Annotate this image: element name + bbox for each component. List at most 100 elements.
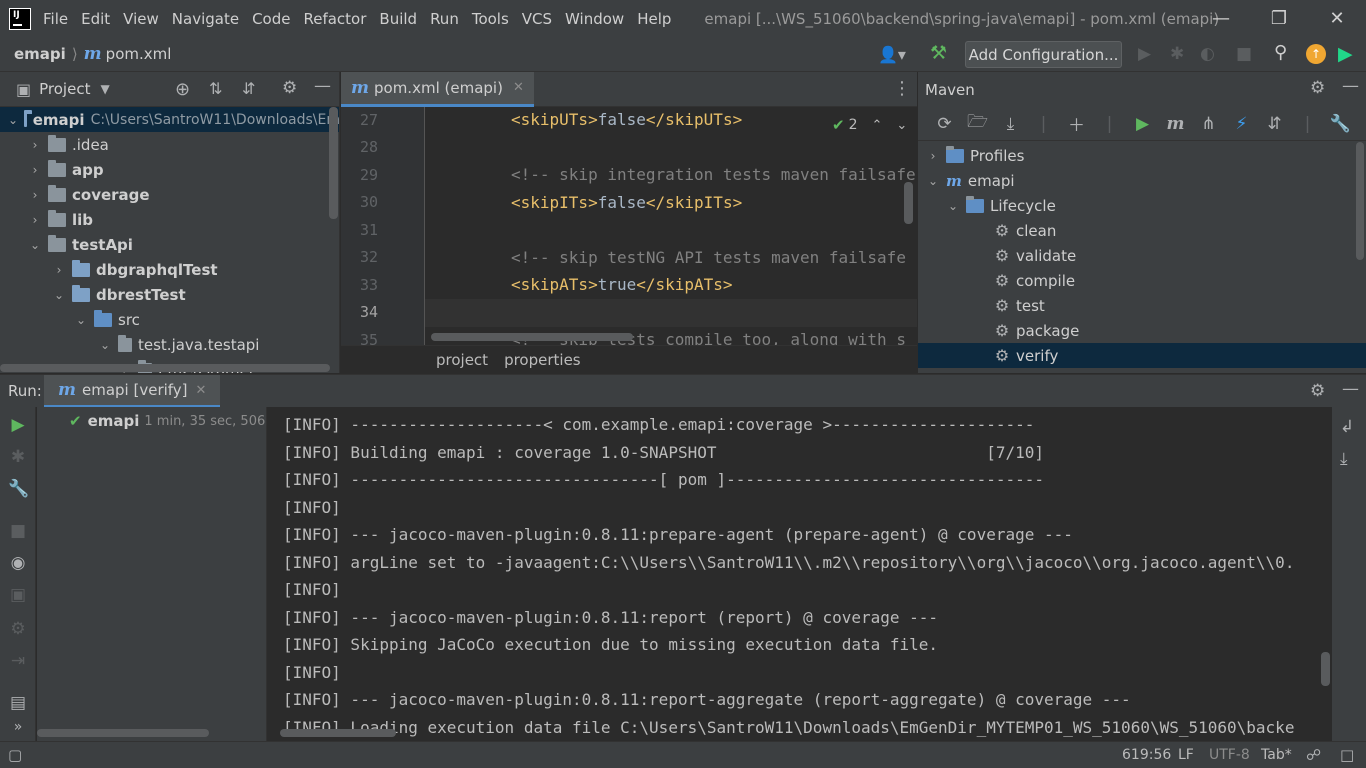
build-hammer-icon[interactable]: ⚒ <box>930 42 947 64</box>
add-icon[interactable]: ＋ <box>1060 111 1093 136</box>
maven-profiles[interactable]: › Profiles <box>926 143 1024 168</box>
user-icon[interactable]: 👤▾ <box>878 45 906 64</box>
editor-vertical-scrollbar[interactable] <box>904 182 913 224</box>
add-configuration-button[interactable]: Add Configuration... <box>965 41 1122 68</box>
chevron-down-icon[interactable]: ⌄ <box>896 118 907 133</box>
chevron-right-icon[interactable]: › <box>52 263 66 277</box>
skip-tests-icon[interactable]: ⚡ <box>1225 114 1258 134</box>
chevron-right-icon[interactable]: › <box>28 138 42 152</box>
run-icon[interactable]: ▶ <box>1138 44 1151 64</box>
tree-item-src[interactable]: ⌄ src <box>74 307 140 332</box>
code-line-32[interactable]: <!-- skip testNG API tests maven failsaf… <box>511 248 906 267</box>
camera-icon[interactable]: ▣ <box>8 585 28 605</box>
debug-icon[interactable]: ✱ <box>1170 44 1184 64</box>
tree-item-emapi[interactable]: ⌄ emapi C:\Users\SantroW11\Downloads\Em <box>0 107 339 132</box>
breadcrumb-properties-element[interactable]: properties <box>504 351 581 369</box>
layout-icon[interactable]: ▤ <box>8 693 28 713</box>
maven-scrollbar[interactable] <box>1356 142 1364 260</box>
tree-item-lib[interactable]: › lib <box>28 207 93 232</box>
project-title[interactable]: Project <box>39 80 90 98</box>
settings-gear-icon[interactable]: ⚙ <box>8 619 28 639</box>
horizontal-scrollbar[interactable] <box>0 364 330 372</box>
maven-project-emapi[interactable]: ⌄ m emapi <box>926 168 1015 193</box>
menu-tools[interactable]: Tools <box>472 10 509 28</box>
exit-icon[interactable]: ⇥ <box>8 651 28 671</box>
collapse-all-icon[interactable]: ⇵ <box>242 79 255 98</box>
tree-item-dbresttest[interactable]: ⌄ dbrestTest <box>52 282 186 307</box>
menu-file[interactable]: File <box>43 10 68 28</box>
maven-phase-package[interactable]: ⚙ package <box>994 318 1080 343</box>
download-icon[interactable]: ⤓ <box>994 114 1027 134</box>
indent-setting[interactable]: Tab* <box>1261 747 1292 763</box>
menu-build[interactable]: Build <box>379 10 417 28</box>
reload-icon[interactable]: ⟳ <box>928 114 961 134</box>
expand-all-icon[interactable]: ⇅ <box>209 79 222 98</box>
code-line-30[interactable]: <skipITs>false</skipITs> <box>511 193 742 212</box>
collapse-all-icon[interactable]: ⇵ <box>1258 114 1291 134</box>
code-line-29[interactable]: <!-- skip integration tests maven failsa… <box>511 165 916 184</box>
coverage-icon[interactable]: ◐ <box>1200 44 1215 64</box>
execute-goal-icon[interactable]: m <box>1159 114 1192 134</box>
close-tab-icon[interactable]: ✕ <box>513 80 524 95</box>
menu-window[interactable]: Window <box>565 10 624 28</box>
tree-item-test-java-testapi[interactable]: ⌄ test.java.testapi <box>98 332 259 357</box>
rerun-icon[interactable]: ▶ <box>8 415 28 435</box>
settings-gear-icon[interactable]: ⚙ <box>1310 78 1325 98</box>
breadcrumb-project-element[interactable]: project <box>436 351 488 369</box>
run-tab-emapi-verify[interactable]: m emapi [verify] ✕ <box>44 375 221 408</box>
run-icon[interactable]: ▶ <box>1126 114 1159 134</box>
notifications-icon[interactable]: □ <box>1340 746 1354 764</box>
breadcrumb-file[interactable]: pom.xml <box>106 45 172 63</box>
wrench-icon[interactable]: 🔧 <box>8 479 29 499</box>
stop-icon[interactable]: ■ <box>1236 44 1252 64</box>
tool-windows-icon[interactable]: ▢ <box>8 746 22 764</box>
settings-gear-icon[interactable]: ⚙ <box>282 78 297 98</box>
chevron-down-icon[interactable]: ⌄ <box>946 199 960 213</box>
tree-item-idea[interactable]: › .idea <box>28 132 109 157</box>
more-icon[interactable]: » <box>8 719 28 735</box>
menu-vcs[interactable]: VCS <box>522 10 552 28</box>
chevron-down-icon[interactable]: ▼ <box>100 82 109 96</box>
maven-phase-compile[interactable]: ⚙ compile <box>994 268 1075 293</box>
menu-view[interactable]: View <box>123 10 159 28</box>
menu-run[interactable]: Run <box>430 10 459 28</box>
hide-icon[interactable]: — <box>1342 76 1359 96</box>
caret-position[interactable]: 619:56 <box>1122 747 1171 763</box>
menu-help[interactable]: Help <box>637 10 671 28</box>
menu-refactor[interactable]: Refactor <box>303 10 366 28</box>
tree-item-coverage[interactable]: › coverage <box>28 182 150 207</box>
editor-horizontal-scrollbar[interactable] <box>431 333 633 341</box>
maven-phase-test[interactable]: ⚙ test <box>994 293 1045 318</box>
rerun-failed-icon[interactable]: ✱ <box>8 447 28 467</box>
hide-icon[interactable]: — <box>1342 379 1359 399</box>
inspection-widget[interactable]: ✔ 2 ⌃ ⌄ <box>829 116 911 134</box>
close-window-button[interactable]: ✕ <box>1314 0 1360 37</box>
menu-navigate[interactable]: Navigate <box>172 10 239 28</box>
chevron-down-icon[interactable]: ⌄ <box>926 174 940 188</box>
tree-item-testapi[interactable]: ⌄ testApi <box>28 232 133 257</box>
more-options-icon[interactable]: ⋮ <box>893 78 911 99</box>
chevron-up-icon[interactable]: ⌃ <box>872 118 883 133</box>
chevron-right-icon[interactable]: › <box>28 213 42 227</box>
console-vertical-scrollbar[interactable] <box>1321 652 1330 686</box>
scroll-to-end-icon[interactable]: ⤓ <box>1340 449 1348 469</box>
close-tab-icon[interactable]: ✕ <box>196 383 207 398</box>
code-line-27[interactable]: <skipUTs>false</skipUTs> <box>511 110 742 129</box>
search-icon[interactable]: ⚲ <box>1274 42 1287 63</box>
stop-icon[interactable]: ■ <box>8 521 28 541</box>
maven-phase-validate[interactable]: ⚙ validate <box>994 243 1076 268</box>
vertical-scrollbar[interactable] <box>329 107 338 219</box>
locate-icon[interactable]: ⊕ <box>175 79 190 100</box>
maven-phase-clean[interactable]: ⚙ clean <box>994 218 1057 243</box>
chevron-down-icon[interactable]: ⌄ <box>8 113 18 127</box>
line-separator[interactable]: LF <box>1178 747 1194 763</box>
maven-phase-verify[interactable]: ⚙ verify <box>918 343 1366 368</box>
file-encoding[interactable]: UTF-8 <box>1209 747 1250 763</box>
breadcrumb-project[interactable]: emapi <box>14 45 66 63</box>
generate-sources-icon[interactable]: 🗁 <box>961 109 994 138</box>
console-horizontal-scrollbar[interactable] <box>280 729 396 737</box>
lock-icon[interactable]: ☍ <box>1306 746 1321 764</box>
chevron-right-icon[interactable]: › <box>28 163 42 177</box>
chevron-down-icon[interactable]: ⌄ <box>52 288 66 302</box>
chevron-down-icon[interactable]: ⌄ <box>28 238 42 252</box>
